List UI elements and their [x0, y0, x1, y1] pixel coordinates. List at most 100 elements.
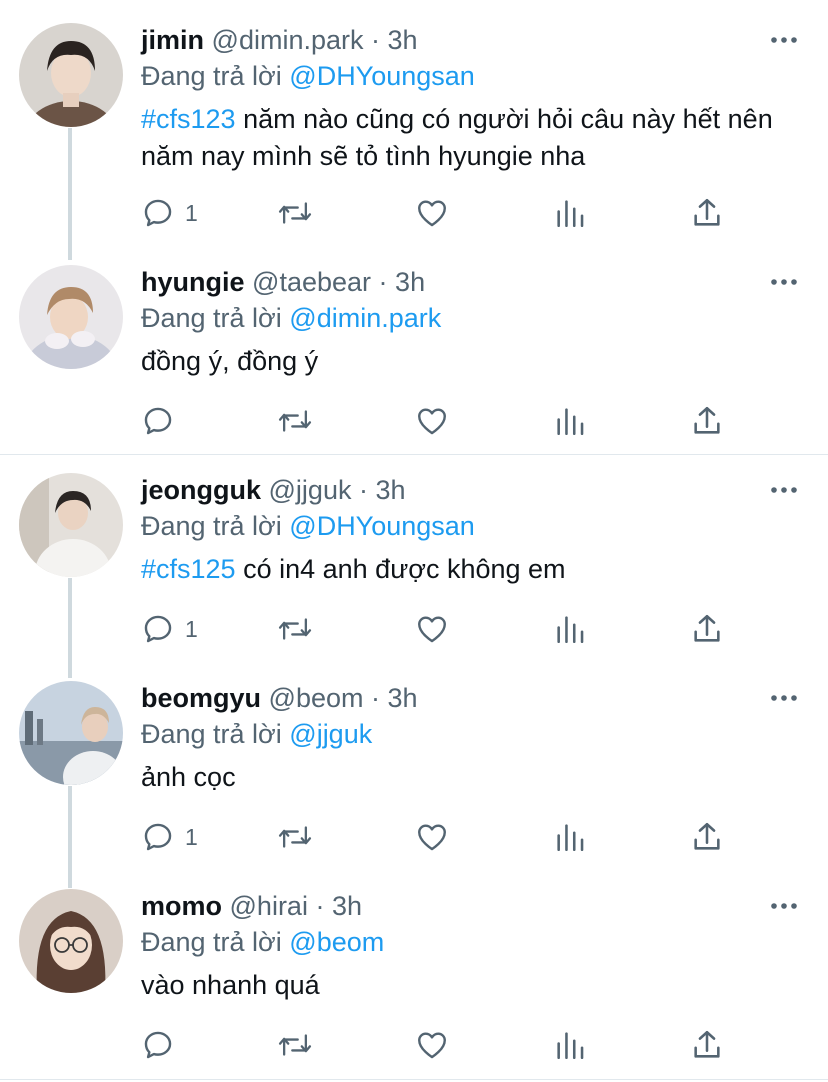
reply-button[interactable] — [141, 1025, 185, 1065]
analytics-button[interactable] — [553, 609, 587, 649]
replying-to-label: Đang trả lời — [141, 511, 282, 541]
display-name[interactable]: jimin — [141, 25, 204, 55]
user-handle[interactable]: @taebear — [252, 267, 371, 297]
like-icon — [418, 408, 446, 435]
avatar[interactable] — [19, 473, 123, 577]
reply-icon — [144, 199, 172, 227]
like-icon — [418, 200, 446, 227]
user-handle[interactable]: @beom — [269, 683, 364, 713]
share-icon — [694, 614, 720, 642]
hashtag-link[interactable]: #cfs123 — [141, 104, 236, 134]
avatar[interactable] — [19, 265, 123, 369]
reply-count: 1 — [185, 615, 198, 642]
share-icon — [694, 822, 720, 850]
share-button[interactable] — [690, 193, 724, 233]
like-button[interactable] — [415, 401, 449, 441]
hashtag-link[interactable]: #cfs125 — [141, 554, 236, 584]
more-icon[interactable] — [770, 268, 798, 296]
action-bar — [141, 1025, 741, 1065]
reply-icon — [144, 1031, 172, 1059]
separator-dot: · — [371, 683, 380, 713]
more-icon[interactable] — [770, 26, 798, 54]
tweet[interactable]: jeongguk @jjguk · 3h Đang trả lời @DHYou… — [0, 470, 828, 670]
more-icon[interactable] — [770, 892, 798, 920]
avatar[interactable] — [19, 889, 123, 993]
like-button[interactable] — [415, 193, 449, 233]
like-button[interactable] — [415, 817, 449, 857]
tweet-body: ảnh cọc — [141, 762, 236, 792]
action-bar: 1 — [141, 609, 741, 649]
retweet-icon — [278, 410, 312, 432]
share-button[interactable] — [690, 1025, 724, 1065]
avatar[interactable] — [19, 23, 123, 127]
analytics-button[interactable] — [553, 1025, 587, 1065]
thread-divider — [0, 454, 828, 455]
timestamp[interactable]: 3h — [395, 267, 425, 297]
share-button[interactable] — [690, 609, 724, 649]
like-button[interactable] — [415, 609, 449, 649]
tweet[interactable]: momo @hirai · 3h Đang trả lời @beom vào … — [0, 886, 828, 1076]
separator-dot: · — [371, 25, 381, 55]
tweet[interactable]: hyungie @taebear · 3h Đang trả lời @dimi… — [0, 262, 828, 452]
analytics-button[interactable] — [553, 401, 587, 441]
display-name[interactable]: jeongguk — [141, 475, 261, 505]
analytics-button[interactable] — [553, 193, 587, 233]
display-name[interactable]: hyungie — [141, 267, 245, 297]
retweet-button[interactable] — [276, 609, 314, 649]
mention-link[interactable]: @DHYoungsan — [289, 61, 475, 91]
mention-link[interactable]: @beom — [289, 927, 384, 957]
analytics-icon — [557, 616, 584, 644]
display-name[interactable]: beomgyu — [141, 683, 261, 713]
timestamp[interactable]: 3h — [388, 683, 418, 713]
retweet-button[interactable] — [276, 193, 314, 233]
like-icon — [418, 1032, 446, 1059]
tweet-text: đồng ý, đồng ý — [141, 343, 801, 380]
more-icon[interactable] — [770, 684, 798, 712]
tweet-header: beomgyu @beom · 3h — [141, 678, 418, 718]
reply-icon — [144, 615, 172, 643]
share-button[interactable] — [690, 817, 724, 857]
more-icon[interactable] — [770, 476, 798, 504]
replying-to: Đang trả lời @dimin.park — [141, 298, 441, 338]
tweet[interactable]: jimin @dimin.park · 3h Đang trả lời @DHY… — [0, 20, 828, 245]
tweet-header: momo @hirai · 3h — [141, 886, 362, 926]
retweet-button[interactable] — [276, 817, 314, 857]
analytics-icon — [557, 824, 584, 852]
like-button[interactable] — [415, 1025, 449, 1065]
reply-button[interactable]: 1 — [141, 193, 198, 233]
tweet-body: vào nhanh quá — [141, 970, 320, 1000]
replying-to: Đang trả lời @jjguk — [141, 714, 372, 754]
timestamp[interactable]: 3h — [376, 475, 406, 505]
share-icon — [694, 198, 720, 226]
replying-to: Đang trả lời @DHYoungsan — [141, 506, 475, 546]
timestamp[interactable]: 3h — [332, 891, 362, 921]
analytics-button[interactable] — [553, 817, 587, 857]
retweet-button[interactable] — [276, 401, 314, 441]
tweet-text: #cfs123 năm nào cũng có người hỏi câu nà… — [141, 101, 801, 175]
retweet-button[interactable] — [276, 1025, 314, 1065]
replying-to-label: Đang trả lời — [141, 927, 282, 957]
user-handle[interactable]: @dimin.park — [212, 25, 364, 55]
retweet-icon — [278, 826, 312, 848]
user-handle[interactable]: @hirai — [230, 891, 308, 921]
mention-link[interactable]: @DHYoungsan — [289, 511, 475, 541]
display-name[interactable]: momo — [141, 891, 222, 921]
user-handle[interactable]: @jjguk — [269, 475, 352, 505]
reply-button[interactable]: 1 — [141, 817, 198, 857]
reply-button[interactable] — [141, 401, 185, 441]
share-button[interactable] — [690, 401, 724, 441]
tweet-text: vào nhanh quá — [141, 967, 801, 1004]
tweet-body: năm nào cũng có người hỏi câu này hết nê… — [141, 104, 773, 171]
mention-link[interactable]: @dimin.park — [289, 303, 441, 333]
tweet-header: jeongguk @jjguk · 3h — [141, 470, 406, 510]
tweet[interactable]: beomgyu @beom · 3h Đang trả lời @jjguk ả… — [0, 678, 828, 878]
replying-to-label: Đang trả lời — [141, 61, 282, 91]
avatar[interactable] — [19, 681, 123, 785]
tweet-text: ảnh cọc — [141, 759, 801, 796]
like-icon — [418, 616, 446, 643]
reply-button[interactable]: 1 — [141, 609, 198, 649]
replying-to: Đang trả lời @DHYoungsan — [141, 56, 475, 96]
timestamp[interactable]: 3h — [388, 25, 418, 55]
mention-link[interactable]: @jjguk — [289, 719, 372, 749]
reply-icon — [144, 823, 172, 851]
